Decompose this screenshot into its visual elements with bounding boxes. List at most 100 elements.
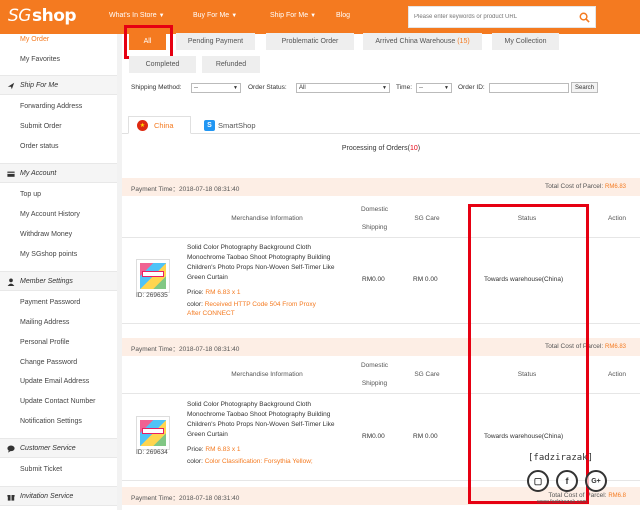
source-tabs: ★ China S SmartShop (122, 116, 640, 134)
time-select[interactable]: -- ▼ (416, 83, 452, 93)
processing-orders-count: Processing of Orders(10) (341, 145, 421, 152)
time-label: Time: (396, 84, 413, 91)
watermark-name: [fadzirazak] (528, 453, 594, 463)
chevron-down-icon: ▼ (310, 13, 317, 19)
googleplus-icon[interactable]: G+ (585, 470, 607, 492)
sidebar-section-my-account: My Account (0, 163, 117, 183)
payment-time: Payment Time：2018-07-18 08:31:40 (131, 346, 240, 353)
domestic-shipping-value: RM0.00 (362, 433, 385, 440)
top-navbar: SGshop What's In Store ▼ Buy For Me ▼ Ship… (0, 0, 640, 34)
search-box (408, 6, 596, 28)
tab-my-collection[interactable]: My Collection (492, 33, 559, 50)
sidebar-item-mailing-address[interactable]: Mailing Address (20, 319, 69, 326)
china-flag-icon: ★ (137, 119, 148, 131)
col-merchandise: Merchandise Information (231, 215, 303, 222)
sidebar-item-my-order[interactable]: My Order (20, 36, 49, 43)
sidebar-section-member-settings: Member Settings (0, 271, 117, 291)
col-domestic: Domestic (360, 206, 389, 213)
tab-arrived-china-warehouse[interactable]: Arrived China Warehouse (15) (363, 33, 482, 50)
col-domestic: Domestic (360, 362, 389, 369)
sidebar-item-order-status[interactable]: Order status (20, 143, 59, 150)
col-shipping: Shipping (361, 380, 388, 387)
product-color: color: Received HTTP Code 504 From Proxy… (187, 301, 316, 317)
nav-ship-for-me[interactable]: Ship For Me ▼ (270, 12, 316, 19)
search-icon (579, 12, 590, 23)
tab-problematic-order[interactable]: Problematic Order (266, 33, 354, 50)
product-id: ID: 269635 (136, 292, 168, 299)
order-status-select[interactable]: All ▼ (296, 83, 390, 93)
tab-completed[interactable]: Completed (129, 56, 196, 73)
sidebar-item-withdraw-money[interactable]: Withdraw Money (20, 231, 72, 238)
sidebar-item-personal-profile[interactable]: Personal Profile (20, 339, 69, 346)
nav-blog[interactable]: Blog (336, 12, 350, 19)
product-thumbnail[interactable] (136, 259, 170, 293)
sidebar-item-update-contact[interactable]: Update Contact Number (20, 398, 95, 405)
search-input[interactable] (409, 7, 559, 27)
dropdown-arrow-icon: ▼ (233, 85, 238, 91)
sidebar-item-payment-password[interactable]: Payment Password (20, 299, 80, 306)
sidebar-item-submit-ticket[interactable]: Submit Ticket (20, 466, 62, 473)
dropdown-arrow-icon: ▼ (444, 85, 449, 91)
sidebar-item-notification-settings[interactable]: Notification Settings (20, 418, 82, 425)
sidebar-item-top-up[interactable]: Top up (20, 191, 41, 198)
sidebar-section-invitation-service: Invitation Service (0, 486, 117, 506)
dropdown-arrow-icon: ▼ (382, 85, 387, 91)
order-status-label: Order Status: (248, 84, 287, 91)
chevron-down-icon: ▼ (231, 13, 238, 19)
payment-time: Payment Time：2018-07-18 08:31:40 (131, 495, 240, 502)
col-action: Action (607, 371, 627, 378)
product-price: Price: RM 6.83 x 1 (187, 446, 241, 453)
smartshop-icon: S (204, 119, 215, 131)
product-name[interactable]: Solid Color Photography Background Cloth… (187, 400, 352, 440)
search-button[interactable] (573, 7, 595, 27)
product-price: Price: RM 6.83 x 1 (187, 289, 241, 296)
chat-icon (7, 445, 15, 453)
sgshop-logo[interactable]: SGshop (8, 6, 77, 26)
tab-source-china[interactable]: ★ China (128, 116, 191, 134)
card-icon (7, 171, 15, 177)
order-payment-bar: Payment Time：2018-07-18 08:31:40 Total C… (122, 178, 640, 196)
col-merchandise: Merchandise Information (231, 371, 303, 378)
instagram-icon[interactable]: ▢ (527, 470, 549, 492)
main-content: All Pending Payment Problematic Order Ar… (122, 25, 640, 510)
sgcare-value: RM 0.00 (413, 276, 438, 283)
sgcare-value: RM 0.00 (413, 433, 438, 440)
warehouse-count-badge: (15) (457, 38, 470, 45)
col-action: Action (607, 215, 627, 222)
nav-whats-in-store[interactable]: What's In Store ▼ (109, 12, 165, 19)
product-color: color: Color Classification: Forsythia Y… (187, 458, 313, 465)
user-icon (7, 278, 15, 286)
watermark-url: www.fadzirazak.com (537, 499, 588, 505)
tab-source-smartshop[interactable]: S SmartShop (204, 116, 256, 134)
shipping-method-label: Shipping Method: (131, 84, 182, 91)
sidebar-item-forwarding-address[interactable]: Forwarding Address (20, 103, 82, 110)
chevron-down-icon: ▼ (158, 13, 165, 19)
shipping-method-select[interactable]: -- ▼ (191, 83, 241, 93)
sidebar-item-submit-order[interactable]: Submit Order (20, 123, 62, 130)
sidebar-section-customer-service: Customer Service (0, 438, 117, 458)
domestic-shipping-value: RM0.00 (362, 276, 385, 283)
product-id: ID: 269634 (136, 449, 168, 456)
sidebar-section-ship-for-me: Ship For Me (0, 75, 117, 95)
tab-refunded[interactable]: Refunded (202, 56, 260, 73)
order-id-input[interactable] (489, 83, 569, 93)
tab-pending-payment[interactable]: Pending Payment (176, 33, 255, 50)
sidebar-item-update-email[interactable]: Update Email Address (20, 378, 89, 385)
search-filter-button[interactable]: Search (571, 82, 598, 93)
highlight-box-all-tab (124, 25, 173, 59)
product-thumbnail[interactable] (136, 416, 170, 450)
payment-time: Payment Time：2018-07-18 08:31:40 (131, 186, 240, 193)
product-name[interactable]: Solid Color Photography Background Cloth… (187, 243, 352, 283)
sidebar-item-change-password[interactable]: Change Password (20, 359, 77, 366)
facebook-icon[interactable]: f (556, 470, 578, 492)
sidebar-item-my-favorites[interactable]: My Favorites (20, 56, 60, 63)
nav-buy-for-me[interactable]: Buy For Me ▼ (193, 12, 237, 19)
sidebar-item-account-history[interactable]: My Account History (20, 211, 80, 218)
gift-icon (7, 495, 15, 501)
sidebar: My Order My Favorites Ship For Me Forwar… (0, 34, 117, 510)
sidebar-item-sgshop-points[interactable]: My SGshop points (20, 251, 77, 258)
col-shipping: Shipping (361, 224, 388, 231)
plane-icon (7, 82, 15, 90)
col-sgcare: SG Care (414, 215, 440, 222)
order-id-label: Order ID: (458, 84, 485, 91)
